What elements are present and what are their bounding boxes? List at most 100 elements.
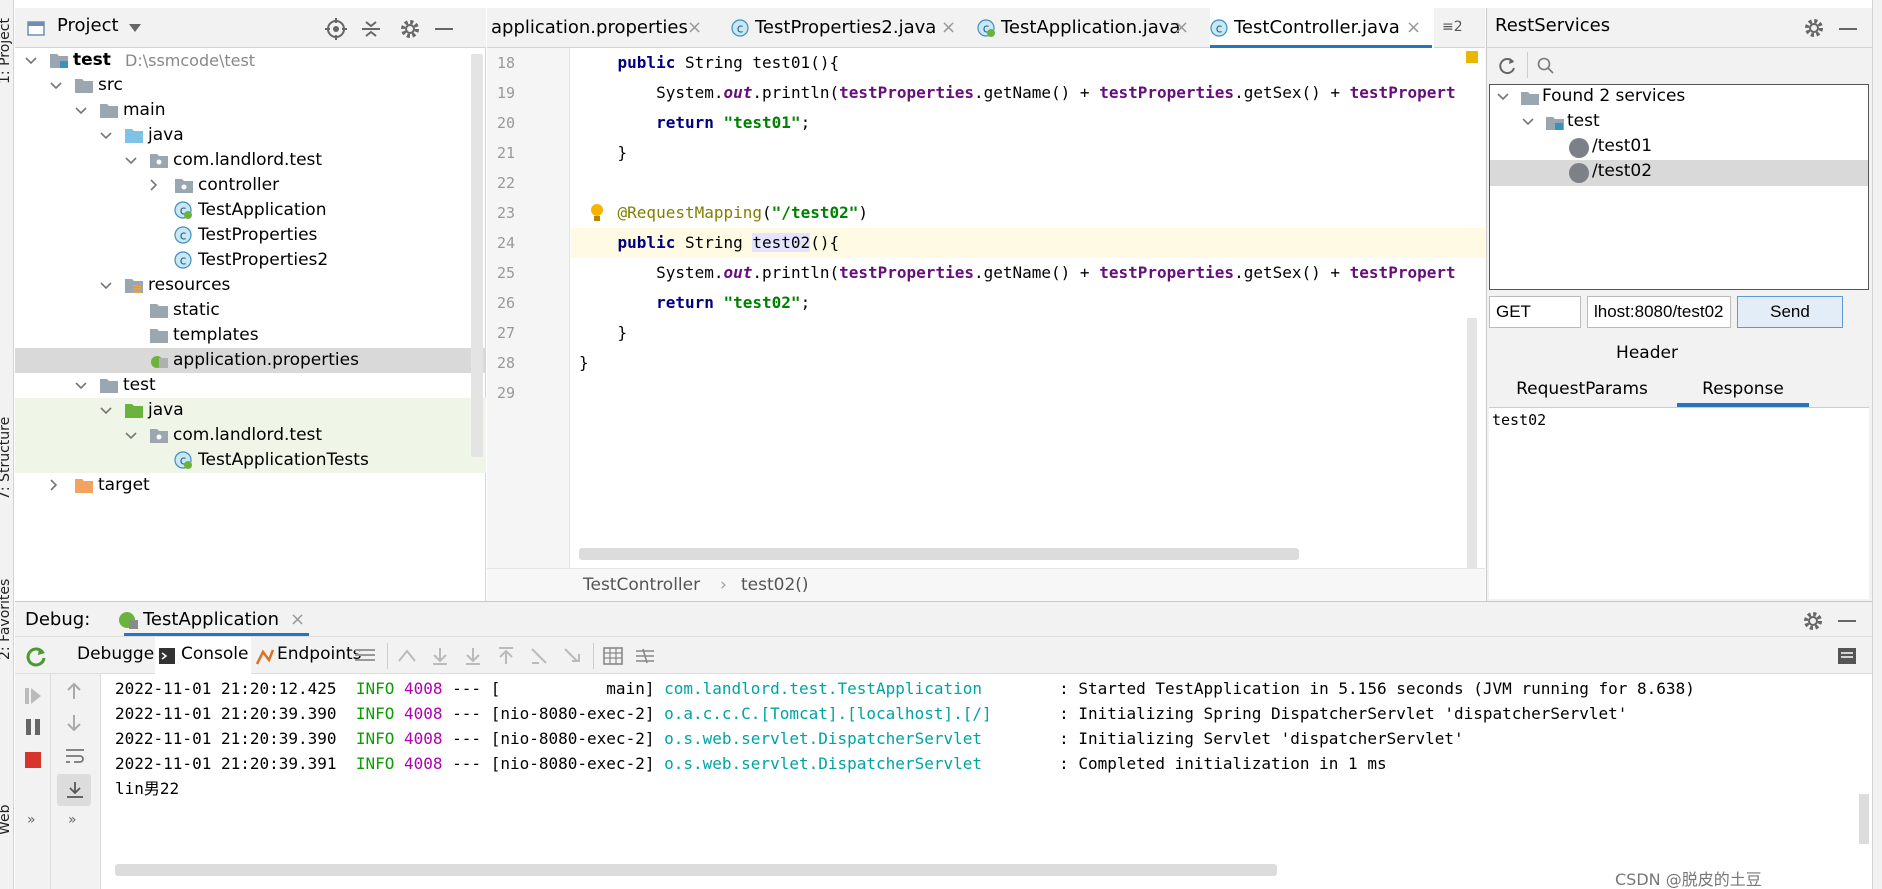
tree-node[interactable]: c TestApplication (15, 198, 486, 223)
tab-overflow-menu[interactable]: ≡2 (1442, 19, 1463, 35)
services-module-row[interactable]: test (1490, 110, 1868, 136)
tree-node[interactable]: templates (15, 323, 486, 348)
editor-vertical-scrollbar[interactable] (1467, 318, 1477, 568)
lightbulb-icon[interactable] (589, 203, 605, 223)
rerun-icon[interactable] (25, 645, 47, 667)
chevron-down-icon[interactable] (25, 57, 37, 65)
chevron-down-icon[interactable] (75, 107, 87, 115)
collapse-all-icon[interactable] (360, 18, 382, 40)
endpoint-row-selected[interactable]: /test02 (1490, 160, 1868, 186)
tree-node[interactable]: src (15, 73, 486, 98)
gear-icon[interactable] (1802, 610, 1824, 632)
show-execution-point-icon[interactable] (397, 647, 419, 665)
tree-node[interactable]: controller (15, 173, 486, 198)
tab-debugger[interactable]: Debugger (77, 644, 161, 664)
run-to-cursor-icon[interactable] (562, 646, 582, 666)
evaluate-expression-icon[interactable] (603, 647, 623, 665)
search-icon[interactable] (1537, 57, 1555, 75)
header-tab[interactable]: Header (1487, 338, 1807, 368)
more-icon[interactable]: » (27, 812, 36, 828)
chevron-down-icon[interactable] (100, 132, 112, 140)
arrow-up-icon[interactable] (66, 682, 82, 700)
minimize-icon[interactable] (435, 28, 453, 30)
tab-request-params[interactable]: RequestParams (1487, 374, 1677, 404)
tab-endpoints[interactable]: Endpoints (277, 644, 362, 664)
close-icon[interactable]: × (941, 8, 956, 48)
chevron-right-icon[interactable] (50, 479, 58, 491)
tree-node[interactable]: c TestApplicationTests (15, 448, 486, 473)
tree-node[interactable]: c TestProperties (15, 223, 486, 248)
tab-console[interactable]: Console (181, 644, 249, 664)
tab-response[interactable]: Response (1677, 374, 1809, 404)
tab-testapplication[interactable]: c TestApplication.java × (977, 8, 1199, 48)
restore-layout-icon[interactable] (1837, 647, 1857, 665)
refresh-icon[interactable] (1497, 56, 1517, 76)
url-field[interactable] (1587, 296, 1731, 328)
close-icon[interactable]: × (290, 609, 305, 630)
pause-icon[interactable] (25, 719, 41, 735)
minimize-icon[interactable] (1839, 28, 1857, 30)
chevron-down-icon[interactable] (75, 382, 87, 390)
stop-icon[interactable] (25, 752, 41, 768)
tab-testproperties2[interactable]: c TestProperties2.java × (731, 8, 971, 48)
step-over-icon[interactable] (430, 646, 450, 666)
run-config-tab[interactable]: TestApplication (143, 609, 279, 630)
tree-node[interactable]: application.properties (15, 348, 486, 373)
close-icon[interactable]: × (1174, 8, 1189, 48)
layout-icon[interactable] (355, 647, 375, 663)
minimize-icon[interactable] (1838, 620, 1856, 622)
console-vertical-scrollbar[interactable] (1859, 794, 1869, 844)
console-horizontal-scrollbar[interactable] (115, 864, 1277, 876)
gear-icon[interactable] (399, 18, 421, 40)
project-panel-title[interactable]: Project (57, 15, 119, 36)
tree-node[interactable]: test D:\ssmcode\test (15, 48, 486, 73)
close-icon[interactable]: × (1406, 8, 1421, 48)
method-field[interactable] (1489, 296, 1581, 328)
structure-tool-tab[interactable]: 7: Structure (0, 417, 13, 500)
tree-node[interactable]: java (15, 123, 486, 148)
locate-icon[interactable] (325, 18, 347, 40)
tree-node[interactable]: target (15, 473, 486, 498)
soft-wrap-icon[interactable] (65, 747, 85, 765)
chevron-down-icon[interactable] (100, 282, 112, 290)
tree-node[interactable]: com.landlord.test (15, 148, 486, 173)
tab-testcontroller[interactable]: c TestController.java × (1210, 8, 1434, 48)
response-area[interactable]: test02 (1489, 407, 1869, 599)
gear-icon[interactable] (1803, 17, 1825, 39)
step-into-icon[interactable] (463, 646, 483, 666)
tab-application-properties[interactable]: application.properties × (487, 8, 702, 48)
more-icon[interactable]: » (68, 812, 77, 828)
chevron-right-icon[interactable] (150, 179, 158, 191)
endpoint-row[interactable]: /test01 (1490, 135, 1868, 161)
trace-icon[interactable] (635, 647, 655, 665)
breadcrumb-class[interactable]: TestController (583, 569, 700, 602)
tree-node[interactable]: main (15, 98, 486, 123)
chevron-down-icon[interactable] (50, 82, 62, 90)
tree-node[interactable]: test (15, 373, 486, 398)
resume-icon[interactable] (25, 688, 41, 704)
chevron-down-icon[interactable] (125, 432, 137, 440)
send-button[interactable]: Send (1737, 296, 1843, 328)
console-output[interactable]: 2022-11-01 21:20:12.425 INFO 4008 --- [ … (101, 674, 1872, 889)
step-out-icon[interactable] (496, 646, 516, 666)
web-tool-tab[interactable]: Web (0, 804, 13, 835)
tree-node[interactable]: c TestProperties2 (15, 248, 486, 273)
tree-node[interactable]: com.landlord.test (15, 423, 486, 448)
project-tool-tab[interactable]: 1: Project (0, 18, 13, 84)
tree-node[interactable]: resources (15, 273, 486, 298)
tree-node[interactable]: java (15, 398, 486, 423)
chevron-down-icon[interactable] (100, 407, 112, 415)
close-icon[interactable]: × (687, 8, 702, 48)
project-scrollbar[interactable] (471, 54, 483, 457)
services-root-row[interactable]: Found 2 services (1490, 85, 1868, 111)
favorites-tool-tab[interactable]: 2: Favorites (0, 579, 13, 660)
inspection-status-icon[interactable] (1466, 51, 1478, 63)
drop-frame-icon[interactable] (529, 646, 549, 666)
source-folder-icon (124, 126, 144, 144)
chevron-down-icon[interactable] (129, 24, 141, 32)
breadcrumb-method[interactable]: test02() (741, 569, 809, 602)
tree-node[interactable]: static (15, 298, 486, 323)
chevron-down-icon[interactable] (125, 157, 137, 165)
arrow-down-icon[interactable] (66, 714, 82, 732)
editor-horizontal-scrollbar[interactable] (579, 548, 1299, 560)
